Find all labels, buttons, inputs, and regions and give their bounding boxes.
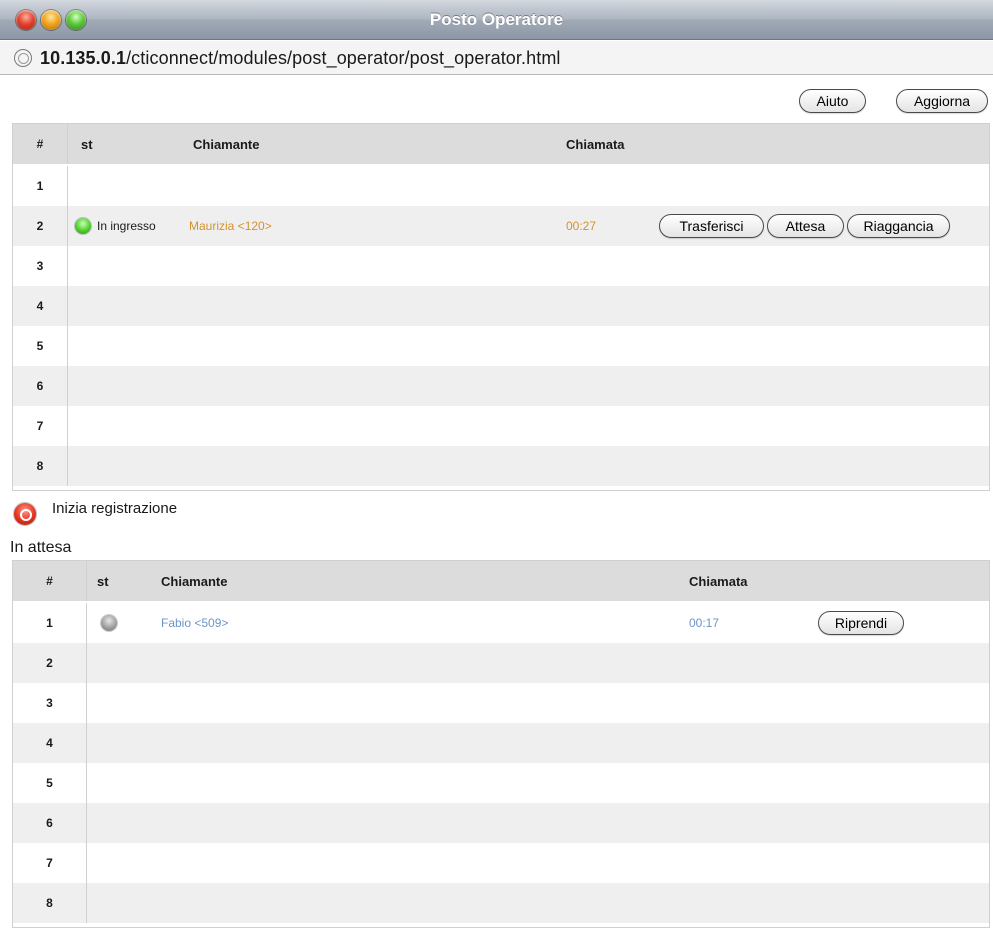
table-row: 5 — [13, 763, 989, 803]
table-header: # st Chiamante Chiamata — [13, 124, 989, 164]
table-row: 8 — [13, 883, 989, 923]
row-number: 5 — [13, 326, 68, 366]
row-number: 8 — [13, 446, 68, 486]
start-recording-link[interactable]: Inizia registrazione — [52, 500, 177, 517]
row-number: 7 — [13, 406, 68, 446]
on-hold-table: # st Chiamante Chiamata 1 Fabio <509> 00… — [12, 560, 990, 928]
row-number: 1 — [13, 603, 87, 643]
row-number: 2 — [13, 643, 87, 683]
row-number: 3 — [13, 683, 87, 723]
globe-icon — [14, 49, 32, 67]
table-row: 8 — [13, 446, 989, 486]
table-row: 7 — [13, 406, 989, 446]
column-header-caller: Chiamante — [193, 136, 260, 152]
column-header-call: Chiamata — [689, 573, 748, 589]
call-duration: 00:17 — [689, 616, 720, 630]
table-row: 1 Fabio <509> 00:17 Riprendi — [13, 603, 989, 643]
row-number: 6 — [13, 803, 87, 843]
table-row: 6 — [13, 366, 989, 406]
record-icon[interactable] — [14, 503, 36, 525]
status-hold-icon — [101, 615, 117, 631]
window-title: Posto Operatore — [429, 10, 564, 29]
transfer-button[interactable]: Trasferisci — [659, 214, 764, 238]
hold-button[interactable]: Attesa — [767, 214, 844, 238]
table-row: 3 — [13, 683, 989, 723]
url-path: /cticonnect/modules/post_operator/post_o… — [126, 48, 561, 68]
url-host: 10.135.0.1 — [40, 48, 127, 68]
row-number: 1 — [13, 166, 68, 206]
window-titlebar: Posto Operatore — [0, 0, 993, 40]
on-hold-title: In attesa — [10, 539, 72, 556]
status-active-icon — [75, 218, 91, 234]
status-text: In ingresso — [97, 219, 156, 233]
refresh-button[interactable]: Aggiorna — [896, 89, 988, 113]
table-row: 6 — [13, 803, 989, 843]
row-number: 7 — [13, 843, 87, 883]
row-number: 8 — [13, 883, 87, 923]
column-header-num: # — [13, 561, 87, 601]
column-header-caller: Chiamante — [161, 573, 228, 589]
caller-name: Fabio <509> — [161, 616, 229, 630]
resume-button[interactable]: Riprendi — [818, 611, 904, 635]
row-number: 5 — [13, 763, 87, 803]
row-number: 6 — [13, 366, 68, 406]
table-row: 3 — [13, 246, 989, 286]
address-bar[interactable]: 10.135.0.1/cticonnect/modules/post_opera… — [0, 41, 993, 75]
column-header-call: Chiamata — [566, 136, 625, 152]
column-header-status: st — [81, 136, 93, 152]
column-header-num: # — [13, 124, 68, 164]
url-text[interactable]: 10.135.0.1/cticonnect/modules/post_opera… — [40, 48, 561, 69]
table-row: 5 — [13, 326, 989, 366]
table-row: 7 — [13, 843, 989, 883]
table-row: 1 — [13, 166, 989, 206]
column-header-status: st — [97, 573, 109, 589]
row-number: 4 — [13, 286, 68, 326]
table-header: # st Chiamante Chiamata — [13, 561, 989, 601]
active-calls-table: # st Chiamante Chiamata 1 2 In ingresso … — [12, 123, 990, 491]
row-number: 3 — [13, 246, 68, 286]
table-row: 2 In ingresso Maurizia <120> 00:27 Trasf… — [13, 206, 989, 246]
row-number: 2 — [13, 206, 68, 246]
hangup-button[interactable]: Riaggancia — [847, 214, 950, 238]
call-duration: 00:27 — [566, 219, 597, 233]
help-button[interactable]: Aiuto — [799, 89, 866, 113]
table-row: 4 — [13, 286, 989, 326]
table-row: 2 — [13, 643, 989, 683]
table-row: 4 — [13, 723, 989, 763]
caller-name: Maurizia <120> — [189, 219, 272, 233]
row-number: 4 — [13, 723, 87, 763]
